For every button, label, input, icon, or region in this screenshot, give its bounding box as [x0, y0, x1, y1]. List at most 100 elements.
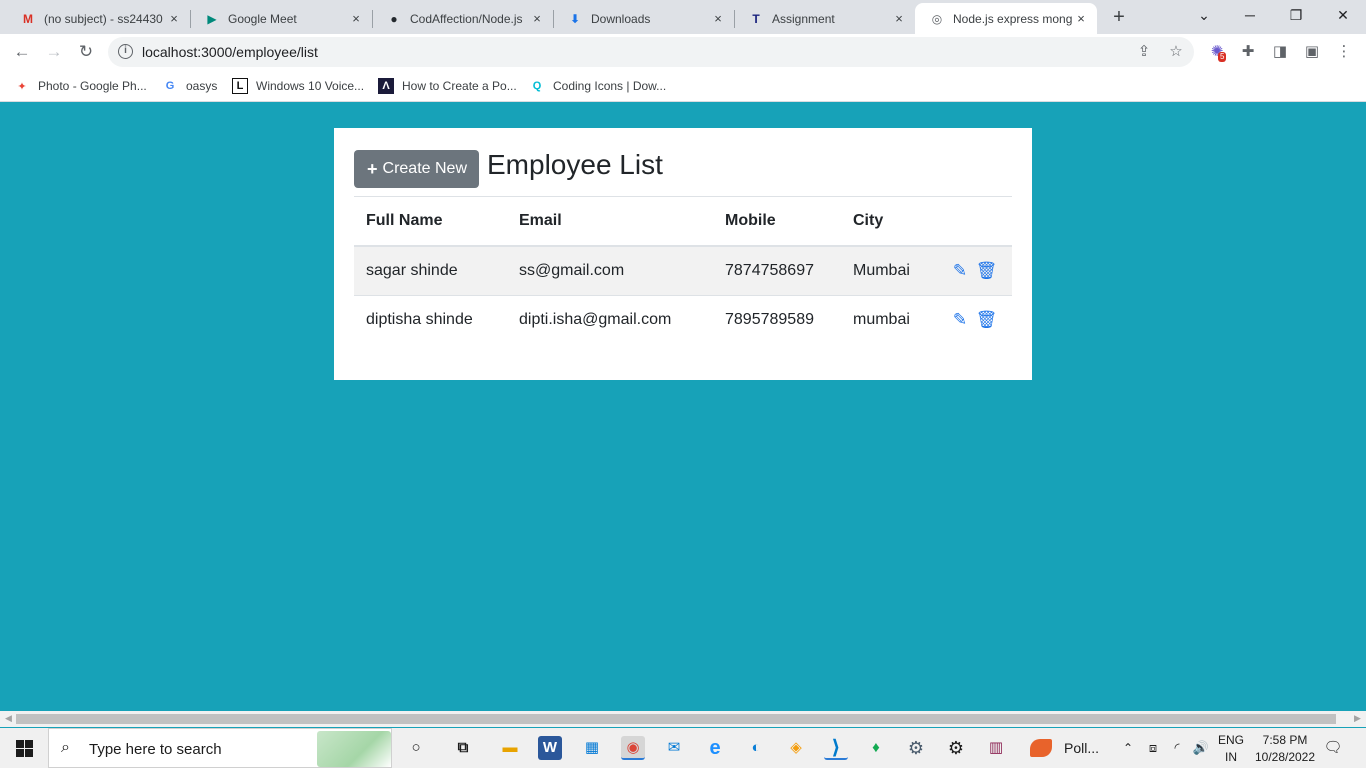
tab-gmail[interactable]: M (no subject) - ss24430 ×	[6, 3, 190, 34]
meet-now-icon[interactable]: ⧈	[1142, 728, 1164, 768]
task-view-icon[interactable]: ⧉	[451, 736, 475, 760]
file-explorer-icon[interactable]: ▬	[498, 736, 522, 760]
address-bar[interactable]: i localhost:3000/employee/list ⇪ ☆	[108, 37, 1194, 67]
windows-logo-icon	[16, 740, 33, 757]
ie-icon[interactable]: e	[703, 736, 727, 760]
tab-google-meet[interactable]: ▶ Google Meet ×	[190, 3, 372, 34]
extension-badge: 5	[1218, 52, 1227, 62]
create-new-button[interactable]: + Create New	[354, 150, 479, 188]
bookmark-how-to-create[interactable]: Λ How to Create a Po...	[378, 76, 517, 96]
delete-trash-icon[interactable]: 🗑	[975, 310, 998, 330]
tab-search-chevron-icon[interactable]: ⌄	[1181, 0, 1227, 30]
bookmark-coding-icons[interactable]: Q Coding Icons | Dow...	[529, 76, 666, 96]
tab-close-icon[interactable]: ×	[529, 11, 545, 26]
cell-email: ss@gmail.com	[507, 245, 713, 295]
cell-full-name: diptisha shinde	[354, 294, 507, 344]
url-text[interactable]: localhost:3000/employee/list	[142, 44, 318, 60]
close-window-icon[interactable]: ✕	[1320, 0, 1366, 30]
table-row: diptisha shinde dipti.isha@gmail.com 789…	[354, 294, 1012, 344]
back-arrow-icon[interactable]: ←	[8, 38, 36, 66]
store-icon[interactable]: ▦	[580, 736, 604, 760]
share-icon[interactable]: ⇪	[1134, 42, 1154, 62]
language-indicator[interactable]: ENG IN	[1214, 728, 1248, 768]
bookmark-label: Coding Icons | Dow...	[553, 79, 667, 93]
bookmark-oasys[interactable]: G oasys	[162, 76, 218, 96]
bookmark-label: Windows 10 Voice...	[256, 79, 365, 93]
gmail-icon: M	[23, 11, 33, 26]
search-q-icon: Q	[532, 80, 542, 92]
bookmark-google-photos[interactable]: ✦ Photo - Google Ph...	[14, 76, 146, 96]
cell-city: Mumbai	[841, 245, 937, 295]
forward-arrow-icon[interactable]: →	[40, 38, 68, 66]
lambda-logo-icon: Λ	[378, 78, 394, 94]
delete-trash-icon[interactable]: 🗑	[975, 261, 998, 281]
start-button[interactable]	[0, 728, 48, 768]
tab-label: Node.js express mong	[953, 11, 1073, 26]
edit-pencil-icon[interactable]: ✎	[949, 261, 971, 281]
cortana-icon[interactable]: ○	[404, 736, 428, 760]
new-tab-button[interactable]: +	[1108, 6, 1130, 28]
edit-pencil-icon[interactable]: ✎	[949, 310, 971, 330]
cell-actions: ✎ 🗑	[937, 294, 1012, 344]
word-icon[interactable]: W	[538, 736, 562, 760]
scrollbar-thumb[interactable]	[16, 714, 1336, 724]
plus-icon: +	[367, 158, 378, 179]
bookmark-label: How to Create a Po...	[402, 79, 517, 93]
bookmark-label: oasys	[186, 79, 218, 93]
extension-app-icon[interactable]: ✺ 5	[1207, 42, 1227, 62]
brave-icon[interactable]: ◈	[784, 736, 808, 760]
tab-close-icon[interactable]: ×	[1073, 11, 1089, 26]
tab-assignment[interactable]: T Assignment ×	[734, 3, 915, 34]
tab-close-icon[interactable]: ×	[710, 11, 726, 26]
chrome-icon[interactable]: ◉	[621, 736, 645, 760]
clock[interactable]: 7:58 PM 10/28/2022	[1250, 728, 1320, 768]
profile-avatar-icon[interactable]: ▣	[1302, 42, 1322, 62]
language-bottom: IN	[1225, 750, 1237, 764]
bookmark-star-icon[interactable]: ☆	[1166, 42, 1186, 62]
mail-icon[interactable]: ✉	[662, 736, 686, 760]
notifications-icon[interactable]: 🗨	[1322, 728, 1344, 768]
bookmark-windows-voice[interactable]: L Windows 10 Voice...	[232, 76, 364, 96]
github-icon: ●	[390, 11, 398, 26]
download-icon: ⬇	[569, 11, 581, 26]
menu-kebab-icon[interactable]: ⋮	[1334, 42, 1354, 62]
google-photos-icon: ✦	[17, 80, 27, 93]
mongodb-icon[interactable]: ♦	[864, 736, 888, 760]
tab-downloads[interactable]: ⬇ Downloads ×	[553, 3, 734, 34]
tab-nodejs-express[interactable]: ◎ Node.js express mong ×	[915, 3, 1097, 34]
tab-label: (no subject) - ss24430	[44, 11, 163, 26]
tab-label: CodAffection/Node.js	[410, 11, 523, 26]
hidden-icons-chevron-icon[interactable]: ⌃	[1118, 728, 1138, 768]
l-logo-icon: L	[232, 78, 248, 94]
tab-codaffection[interactable]: ● CodAffection/Node.js ×	[372, 3, 553, 34]
column-header-mobile: Mobile	[713, 197, 841, 247]
winrar-icon[interactable]: ▥	[984, 736, 1008, 760]
taskbar-search-box[interactable]: ⌕ Type here to search	[48, 728, 392, 768]
wifi-icon[interactable]: ◜	[1166, 728, 1188, 768]
minimize-icon[interactable]: ─	[1227, 0, 1273, 30]
scroll-right-arrow-icon[interactable]: ▶	[1354, 713, 1361, 724]
tab-close-icon[interactable]: ×	[348, 11, 364, 26]
extensions-puzzle-icon[interactable]: ✚	[1238, 42, 1258, 62]
reload-icon[interactable]: ↻	[72, 38, 100, 66]
settings-icon[interactable]: ⚙	[944, 736, 968, 760]
horizontal-scrollbar[interactable]: ◀ ▶	[0, 711, 1366, 727]
vscode-icon[interactable]: ⟩	[824, 736, 848, 760]
cell-actions: ✎ 🗑	[937, 245, 1012, 295]
side-panel-icon[interactable]: ◨	[1270, 42, 1290, 62]
search-placeholder: Type here to search	[89, 741, 222, 758]
browser-toolbar: ← → ↻ i localhost:3000/employee/list ⇪ ☆…	[0, 34, 1366, 70]
restore-icon[interactable]: ❐	[1273, 0, 1319, 30]
control-panel-icon[interactable]: ⚙	[904, 736, 928, 760]
cell-mobile: 7874758697	[713, 245, 841, 295]
search-highlight-illustration	[317, 731, 391, 767]
tab-close-icon[interactable]: ×	[166, 11, 182, 26]
pinned-poll-app[interactable]: Poll...	[1030, 736, 1099, 760]
tab-close-icon[interactable]: ×	[891, 11, 907, 26]
globe-icon: ◎	[931, 11, 943, 26]
scroll-left-arrow-icon[interactable]: ◀	[5, 713, 12, 724]
edge-icon[interactable]: ◐	[744, 736, 768, 760]
volume-icon[interactable]: 🔊	[1190, 728, 1212, 768]
browser-tab-strip: M (no subject) - ss24430 × ▶ Google Meet…	[0, 0, 1366, 34]
site-info-icon[interactable]: i	[118, 44, 133, 59]
